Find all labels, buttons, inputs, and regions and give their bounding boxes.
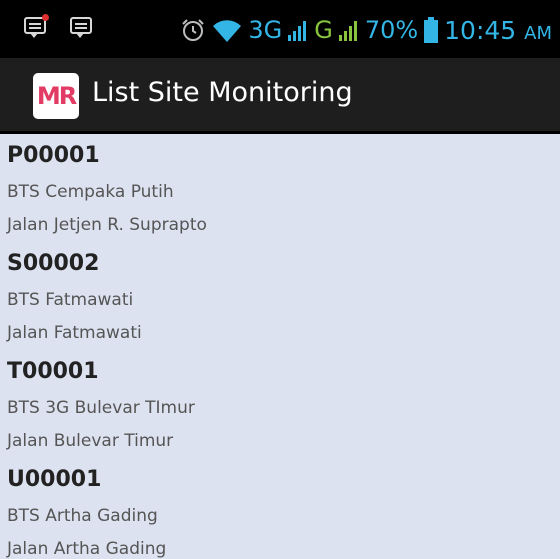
status-bar: 3G G 70% 10:45 AM: [0, 0, 560, 58]
battery-percentage: 70%: [364, 16, 419, 44]
message-notification-icon: [24, 14, 49, 38]
network-type-g: G: [314, 16, 333, 44]
site-name: BTS 3G Bulevar TImur: [7, 398, 195, 418]
battery-icon: [424, 17, 439, 43]
page-title: List Site Monitoring: [92, 77, 353, 108]
site-code: T00001: [7, 359, 99, 384]
signal-strength-icon: [338, 18, 359, 42]
site-name: BTS Fatmawati: [7, 290, 134, 310]
wifi-icon: [212, 17, 242, 43]
site-address: Jalan Jetjen R. Suprapto: [7, 215, 207, 235]
alarm-icon: [180, 17, 206, 43]
app-logo[interactable]: MR: [33, 73, 79, 119]
clock-time: 10:45: [444, 15, 517, 45]
clock: 10:45 AM: [444, 18, 552, 43]
site-list-item[interactable]: T00001 BTS 3G Bulevar TImur Jalan Buleva…: [0, 353, 560, 461]
app-screen: 3G G 70% 10:45 AM MR List Site Monitorin…: [0, 0, 560, 559]
message-notification-icon: [70, 16, 94, 38]
status-indicators: 3G G 70% 10:45 AM: [180, 10, 552, 50]
site-code: U00001: [7, 467, 102, 492]
site-list-item[interactable]: S00002 BTS Fatmawati Jalan Fatmawati: [0, 245, 560, 353]
site-list-item[interactable]: P00001 BTS Cempaka Putih Jalan Jetjen R.…: [0, 137, 560, 245]
network-type-3g: 3G: [248, 16, 283, 44]
site-list-item[interactable]: U00001 BTS Artha Gading Jalan Artha Gadi…: [0, 461, 560, 559]
action-bar: MR List Site Monitoring: [0, 58, 560, 134]
site-code: S00002: [7, 251, 100, 276]
site-name: BTS Cempaka Putih: [7, 182, 174, 202]
notification-area: [24, 14, 94, 38]
site-address: Jalan Fatmawati: [7, 323, 142, 343]
site-address: Jalan Artha Gading: [7, 539, 167, 559]
clock-ampm: AM: [524, 22, 552, 44]
site-list: P00001 BTS Cempaka Putih Jalan Jetjen R.…: [0, 137, 560, 559]
site-name: BTS Artha Gading: [7, 506, 158, 526]
site-code: P00001: [7, 143, 100, 168]
site-address: Jalan Bulevar Timur: [7, 431, 174, 451]
signal-strength-icon: [288, 18, 308, 42]
